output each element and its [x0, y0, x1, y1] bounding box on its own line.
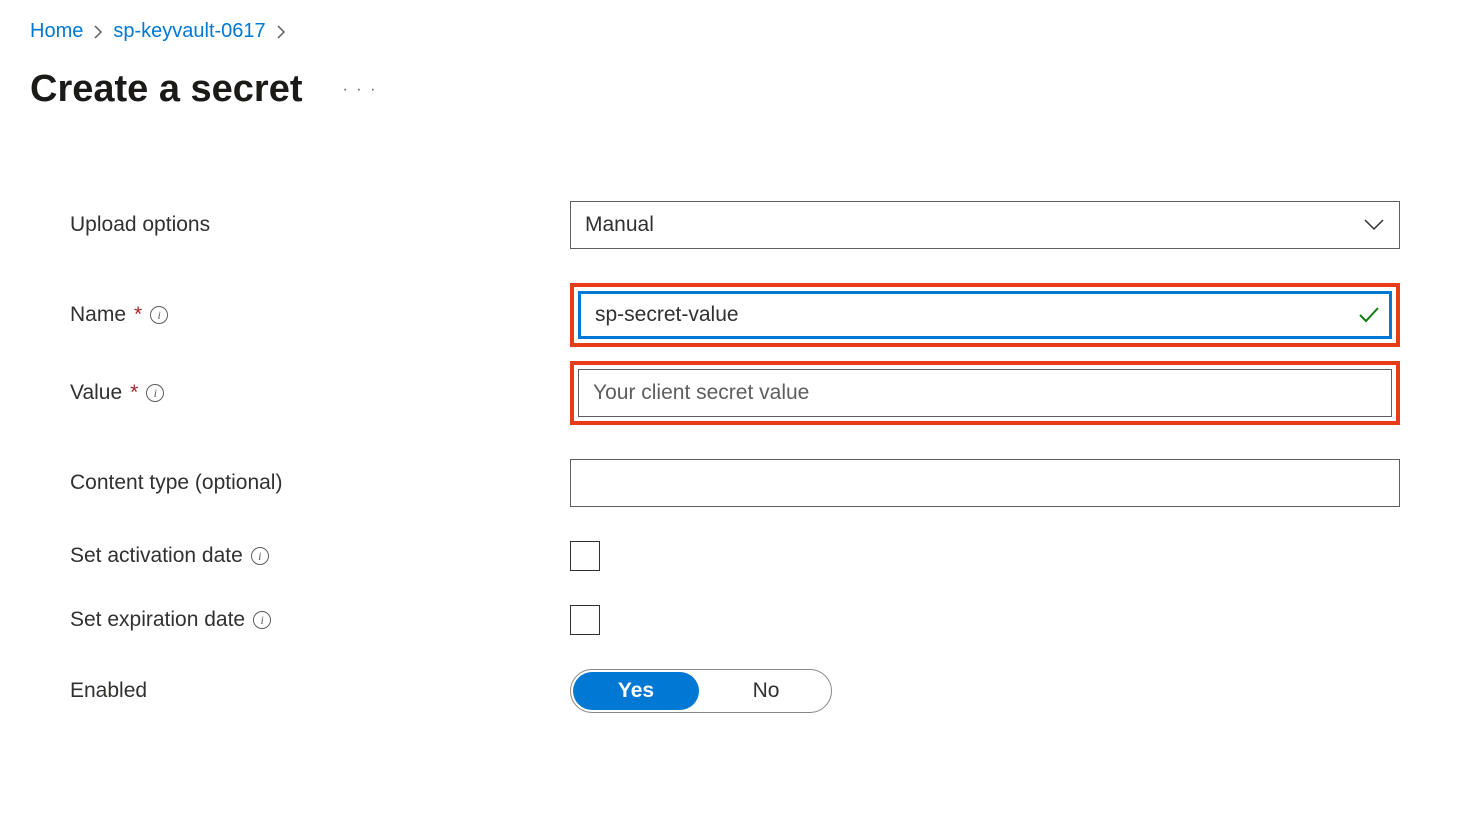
info-icon[interactable]: i — [253, 611, 271, 629]
breadcrumb-vault[interactable]: sp-keyvault-0617 — [113, 20, 265, 43]
row-activation-date: Set activation date i — [70, 541, 1434, 571]
row-upload-options: Upload options Manual — [70, 201, 1434, 249]
activation-date-checkbox[interactable] — [570, 541, 600, 571]
chevron-down-icon — [1363, 218, 1385, 232]
value-label: Value — [70, 381, 122, 405]
activation-date-label: Set activation date — [70, 544, 243, 568]
content-type-label: Content type (optional) — [70, 471, 282, 495]
enabled-label: Enabled — [70, 679, 147, 703]
form: Upload options Manual Name * i — [30, 201, 1434, 713]
more-actions-icon[interactable]: · · · — [343, 81, 378, 99]
expiration-date-checkbox[interactable] — [570, 605, 600, 635]
enabled-yes[interactable]: Yes — [573, 672, 699, 710]
page-title: Create a secret — [30, 68, 303, 111]
enabled-no[interactable]: No — [701, 670, 831, 712]
title-row: Create a secret · · · — [30, 68, 1434, 111]
value-highlight — [570, 361, 1400, 425]
check-icon — [1358, 306, 1380, 324]
info-icon[interactable]: i — [146, 384, 164, 402]
chevron-right-icon — [276, 25, 286, 39]
upload-options-label: Upload options — [70, 213, 210, 237]
breadcrumb-home[interactable]: Home — [30, 20, 83, 43]
row-expiration-date: Set expiration date i — [70, 605, 1434, 635]
content-type-input[interactable] — [570, 459, 1400, 507]
breadcrumb: Home sp-keyvault-0617 — [30, 20, 1434, 43]
name-input[interactable] — [578, 291, 1392, 339]
row-name: Name * i — [70, 283, 1434, 347]
row-content-type: Content type (optional) — [70, 459, 1434, 507]
required-indicator: * — [134, 303, 142, 327]
row-value: Value * i — [70, 361, 1434, 425]
enabled-toggle[interactable]: Yes No — [570, 669, 832, 713]
value-input[interactable] — [578, 369, 1392, 417]
expiration-date-label: Set expiration date — [70, 608, 245, 632]
required-indicator: * — [130, 381, 138, 405]
row-enabled: Enabled Yes No — [70, 669, 1434, 713]
upload-options-value: Manual — [585, 213, 654, 237]
info-icon[interactable]: i — [251, 547, 269, 565]
upload-options-select[interactable]: Manual — [570, 201, 1400, 249]
chevron-right-icon — [93, 25, 103, 39]
info-icon[interactable]: i — [150, 306, 168, 324]
name-highlight — [570, 283, 1400, 347]
name-label: Name — [70, 303, 126, 327]
